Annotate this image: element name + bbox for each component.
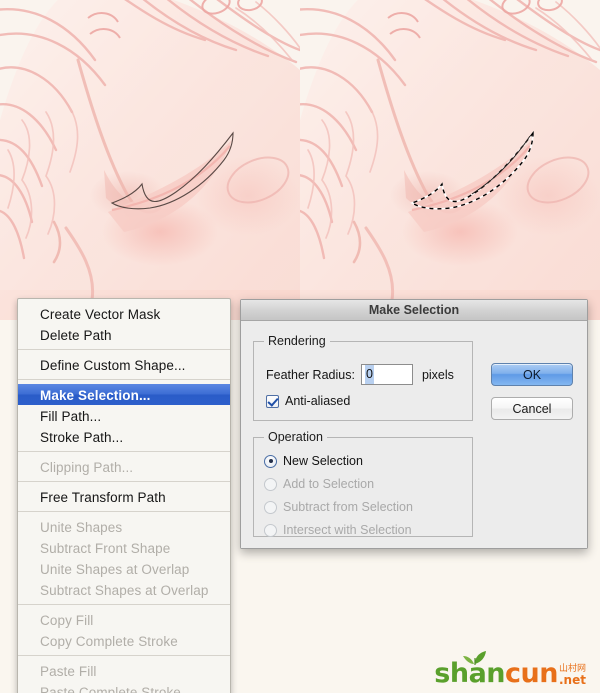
menu-item-clipping-path: Clipping Path... — [40, 460, 134, 475]
radio-label-add-to-selection: Add to Selection — [283, 477, 375, 491]
paths-context-menu[interactable]: Create Vector Mask Delete Path Define Cu… — [17, 298, 231, 693]
operation-groupbox: Operation New Selection Add to Selection… — [253, 430, 473, 537]
menu-separator — [18, 379, 230, 380]
menu-group-8: Paste Fill Paste Complete Stroke — [18, 660, 230, 693]
leaf-icon — [463, 651, 487, 665]
menu-item-make-selection[interactable]: Make Selection... — [18, 384, 230, 405]
radio-intersect-with-selection: Intersect with Selection — [264, 523, 412, 537]
ok-button[interactable]: OK — [491, 363, 573, 386]
rendering-groupbox: Rendering Feather Radius: 0 pixels Anti-… — [253, 334, 473, 421]
rendering-legend: Rendering — [264, 334, 330, 348]
menu-group-2: Define Custom Shape... — [18, 354, 230, 375]
dialog-title: Make Selection — [368, 303, 460, 317]
watermark-wordmark: shancun — [434, 651, 558, 689]
menu-item-copy-complete-stroke: Copy Complete Stroke — [40, 634, 178, 649]
menu-separator — [18, 451, 230, 452]
menu-group-5: Free Transform Path — [18, 486, 230, 507]
menu-item-define-custom-shape[interactable]: Define Custom Shape... — [18, 354, 230, 375]
menu-separator — [18, 349, 230, 350]
feather-radius-row: Feather Radius: 0 pixels — [266, 364, 454, 385]
ok-button-label: OK — [522, 367, 542, 382]
screenshot-root: Create Vector Mask Delete Path Define Cu… — [0, 0, 600, 693]
menu-item-create-vector-mask[interactable]: Create Vector Mask — [18, 303, 230, 324]
menu-item-copy-fill: Copy Fill — [40, 613, 94, 628]
menu-item-unite-shapes: Unite Shapes — [40, 520, 123, 535]
menu-separator — [18, 604, 230, 605]
menu-group-4: Clipping Path... — [18, 456, 230, 477]
menu-separator — [18, 511, 230, 512]
radio-subtract-from-selection: Subtract from Selection — [264, 500, 413, 514]
menu-item-subtract-shapes-at-overlap: Subtract Shapes at Overlap — [40, 583, 209, 598]
dialog-titlebar: Make Selection — [241, 300, 587, 321]
anti-aliased-label: Anti-aliased — [285, 394, 351, 408]
watermark-cun: cun — [505, 658, 558, 689]
radio-label-intersect-with-selection: Intersect with Selection — [283, 523, 412, 537]
menu-group-6: Unite Shapes Subtract Front Shape Unite … — [18, 516, 230, 600]
radio-new-selection[interactable]: New Selection — [264, 454, 363, 468]
radio-icon-new-selection[interactable] — [264, 454, 277, 468]
radio-icon-intersect-with-selection — [264, 523, 277, 537]
feather-radius-value: 0 — [364, 365, 374, 384]
feather-radius-units: pixels — [421, 367, 454, 382]
feather-radius-input[interactable]: 0 — [360, 364, 413, 385]
watermark-suffix: 山村网 .net — [559, 664, 586, 687]
menu-item-free-transform-path[interactable]: Free Transform Path — [18, 486, 230, 507]
menu-item-fill-path[interactable]: Fill Path... — [18, 405, 230, 426]
watermark-tld: .net — [558, 673, 586, 687]
radio-icon-add-to-selection — [264, 477, 277, 491]
radio-add-to-selection: Add to Selection — [264, 477, 374, 491]
anti-aliased-checkbox[interactable] — [266, 394, 279, 408]
make-selection-dialog[interactable]: Make Selection Rendering Feather Radius:… — [240, 299, 588, 549]
menu-item-paste-complete-stroke: Paste Complete Stroke — [40, 685, 181, 693]
site-watermark: shancun 山村网 .net — [434, 651, 586, 689]
menu-item-stroke-path[interactable]: Stroke Path... — [18, 426, 230, 447]
anti-aliased-row[interactable]: Anti-aliased — [266, 394, 350, 408]
menu-group-7: Copy Fill Copy Complete Stroke — [18, 609, 230, 651]
menu-item-unite-shapes-at-overlap: Unite Shapes at Overlap — [40, 562, 190, 577]
menu-item-delete-path[interactable]: Delete Path — [18, 324, 230, 345]
cancel-button[interactable]: Cancel — [491, 397, 573, 420]
feather-radius-label: Feather Radius: — [266, 367, 355, 382]
menu-item-subtract-front-shape: Subtract Front Shape — [40, 541, 171, 556]
menu-group-1: Create Vector Mask Delete Path — [18, 303, 230, 345]
operation-legend: Operation — [264, 430, 327, 444]
cancel-button-label: Cancel — [512, 401, 552, 416]
menu-separator — [18, 655, 230, 656]
radio-icon-subtract-from-selection — [264, 500, 277, 514]
radio-label-subtract-from-selection: Subtract from Selection — [283, 500, 413, 514]
dialog-body: Rendering Feather Radius: 0 pixels Anti-… — [241, 321, 587, 548]
menu-item-paste-fill: Paste Fill — [40, 664, 97, 679]
menu-separator — [18, 481, 230, 482]
menu-group-3: Make Selection... Fill Path... Stroke Pa… — [18, 384, 230, 447]
radio-label-new-selection: New Selection — [283, 454, 363, 468]
